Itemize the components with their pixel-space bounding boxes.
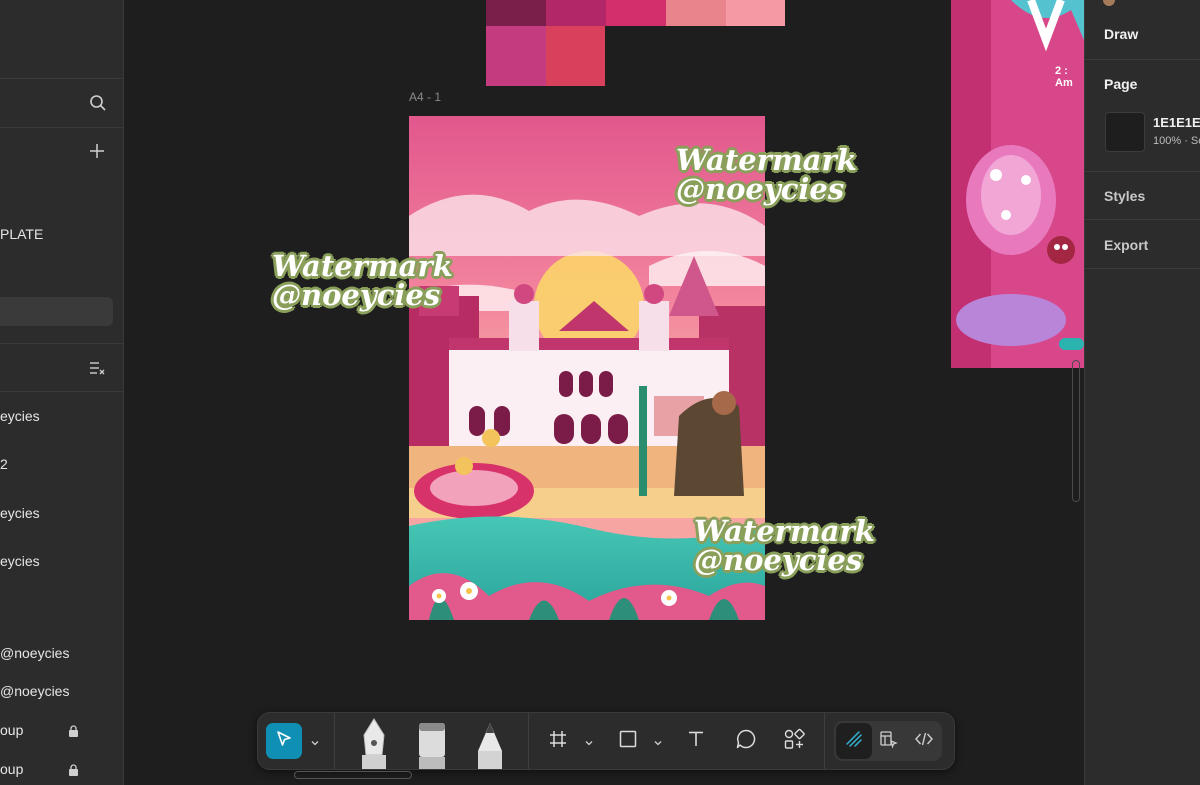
hash-frame-icon bbox=[548, 729, 568, 754]
page-section-title: Page bbox=[1104, 76, 1138, 92]
marker-icon bbox=[419, 723, 445, 769]
divider bbox=[1085, 219, 1200, 220]
watermark[interactable]: Watermark @noeycies bbox=[676, 146, 857, 204]
layer-item[interactable]: @noeycies bbox=[0, 645, 69, 661]
toolbar-drag-handle[interactable] bbox=[294, 771, 412, 779]
divider bbox=[528, 713, 529, 769]
styles-section-title[interactable]: Styles bbox=[1104, 188, 1145, 204]
actions-tool[interactable] bbox=[776, 723, 812, 759]
layer-group-item[interactable]: oup bbox=[0, 722, 23, 738]
selected-page-item[interactable] bbox=[0, 297, 113, 326]
code-brackets-icon bbox=[914, 729, 934, 754]
color-swatch[interactable] bbox=[726, 0, 785, 26]
text-tool[interactable] bbox=[678, 723, 714, 759]
pen-tool[interactable] bbox=[356, 717, 392, 769]
lock-icon[interactable] bbox=[68, 763, 79, 776]
page-color-value[interactable]: 1E1E1E bbox=[1153, 115, 1200, 130]
divider bbox=[1085, 171, 1200, 172]
chevron-down-icon[interactable] bbox=[653, 735, 663, 746]
draw-mode[interactable] bbox=[836, 723, 872, 759]
divider bbox=[1085, 59, 1200, 60]
comment-bubble-icon bbox=[735, 728, 757, 755]
watermark[interactable]: Watermark @noeycies bbox=[272, 252, 453, 310]
layer-item[interactable]: @noeycies bbox=[0, 683, 69, 699]
shapes-plus-icon bbox=[783, 728, 805, 755]
cursor-arrow-icon bbox=[274, 729, 294, 754]
color-swatch[interactable] bbox=[606, 0, 666, 26]
frame-tool[interactable] bbox=[540, 723, 576, 759]
comment-tool[interactable] bbox=[728, 723, 764, 759]
side-poster-artwork[interactable]: 2 : Am bbox=[951, 0, 1084, 368]
canvas[interactable]: A4 - 1 Watermark @noeycies Watermark @no… bbox=[124, 0, 1084, 785]
divider bbox=[334, 713, 335, 769]
dev-mode[interactable] bbox=[906, 723, 942, 759]
layer-item[interactable]: eycies bbox=[0, 505, 40, 521]
avatar[interactable] bbox=[1103, 0, 1115, 6]
divider bbox=[824, 713, 825, 769]
page-color-opacity[interactable]: 100% · Sc bbox=[1153, 135, 1200, 147]
divider bbox=[0, 391, 123, 392]
design-mode[interactable] bbox=[870, 723, 906, 759]
properties-panel: Draw Page 1E1E1E 100% · Sc Styles Export bbox=[1084, 0, 1200, 785]
divider bbox=[0, 343, 123, 344]
divider bbox=[0, 78, 123, 79]
pencil-tool[interactable] bbox=[472, 717, 508, 769]
bottom-toolbar bbox=[257, 712, 955, 770]
color-swatch[interactable] bbox=[546, 0, 606, 26]
plus-icon[interactable] bbox=[89, 143, 105, 164]
watermark-line: Watermark bbox=[272, 249, 453, 283]
color-swatch[interactable] bbox=[486, 0, 546, 26]
shape-tool[interactable] bbox=[610, 723, 646, 759]
layer-item[interactable]: 2 bbox=[0, 456, 8, 472]
divider bbox=[1085, 268, 1200, 269]
layer-item[interactable]: eycies bbox=[0, 408, 40, 424]
sort-list-icon[interactable] bbox=[89, 360, 105, 381]
watermark-line: Watermark bbox=[676, 143, 857, 177]
layers-panel: PLATE eycies 2 eycies eycies @noeycies @… bbox=[0, 0, 124, 785]
vertical-scrollbar[interactable] bbox=[1072, 360, 1080, 502]
watermark-handle: @noeycies bbox=[676, 172, 845, 206]
side-poster-illustration bbox=[951, 0, 1084, 368]
export-section-title[interactable]: Export bbox=[1104, 237, 1148, 253]
watermark[interactable]: Watermark @noeycies bbox=[694, 517, 875, 575]
search-icon[interactable] bbox=[89, 94, 107, 117]
design-layout-icon bbox=[878, 729, 898, 754]
watermark-handle: @noeycies bbox=[694, 543, 863, 577]
text-t-icon bbox=[686, 729, 706, 754]
lock-icon[interactable] bbox=[68, 724, 79, 737]
color-swatch[interactable] bbox=[546, 26, 605, 86]
chevron-down-icon[interactable] bbox=[584, 735, 594, 746]
color-swatch[interactable] bbox=[666, 0, 726, 26]
watermark-handle: @noeycies bbox=[272, 278, 441, 312]
move-tool[interactable] bbox=[266, 723, 302, 759]
brush-tool[interactable] bbox=[414, 717, 450, 769]
layer-group-item[interactable]: oup bbox=[0, 761, 23, 777]
divider bbox=[0, 127, 123, 128]
layer-item[interactable]: eycies bbox=[0, 553, 40, 569]
frame-label[interactable]: A4 - 1 bbox=[409, 90, 441, 104]
side-poster-caption: 2 : Am bbox=[1055, 65, 1073, 89]
color-swatch[interactable] bbox=[486, 26, 546, 86]
rectangle-icon bbox=[618, 729, 638, 754]
page-color-swatch[interactable] bbox=[1105, 112, 1145, 152]
page-item-template[interactable]: PLATE bbox=[0, 226, 43, 242]
pencil-icon bbox=[478, 723, 502, 769]
draw-tab[interactable]: Draw bbox=[1104, 26, 1138, 42]
chevron-down-icon[interactable] bbox=[310, 735, 320, 746]
watermark-line: Watermark bbox=[694, 514, 875, 548]
pen-nib-icon bbox=[362, 718, 386, 769]
draw-squiggle-icon bbox=[844, 729, 864, 754]
